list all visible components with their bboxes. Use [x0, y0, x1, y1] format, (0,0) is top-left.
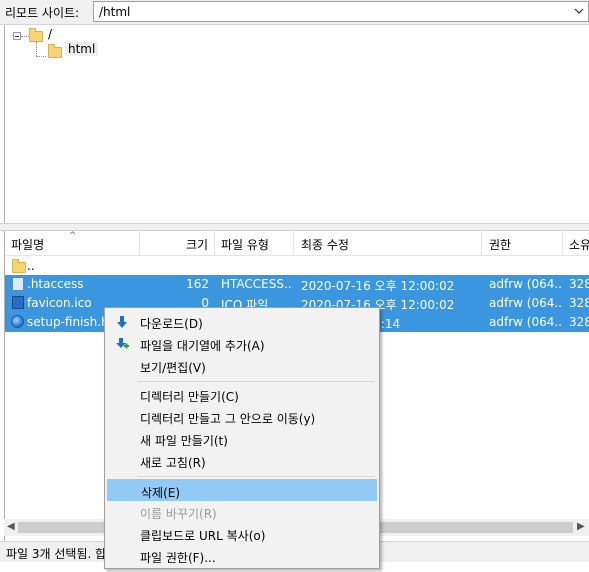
menu-item-file-permissions[interactable]: 파일 권한(F)...: [107, 545, 377, 567]
remote-site-label: 리모트 사이트:: [5, 6, 80, 20]
column-divider[interactable]: [293, 231, 294, 255]
tree-line: [36, 42, 37, 56]
menu-item-download[interactable]: 다운로드(D): [107, 311, 377, 333]
menu-separator: [137, 381, 375, 382]
menu-item-create-directory[interactable]: 디렉터리 만들기(C): [107, 384, 377, 406]
remote-path-value[interactable]: /html: [99, 5, 130, 19]
pane-splitter[interactable]: [0, 223, 589, 231]
menu-label: 새 파일 만들기(t): [140, 434, 228, 448]
column-header-owner[interactable]: 소유: [569, 236, 589, 253]
folder-icon: [12, 259, 26, 273]
column-divider[interactable]: [481, 231, 482, 255]
column-divider[interactable]: [214, 231, 215, 255]
web-page-icon: [11, 315, 24, 328]
menu-item-create-directory-and-enter[interactable]: 디렉터리 만들고 그 안으로 이동(y): [107, 406, 377, 428]
chevron-down-icon[interactable]: [574, 6, 584, 16]
list-row[interactable]: .htaccess 162 HTACCESS... 2020-07-16 오후 …: [5, 275, 589, 294]
add-to-queue-icon: [116, 338, 129, 349]
menu-item-copy-url[interactable]: 클립보드로 URL 복사(o): [107, 523, 377, 545]
menu-label: 디렉터리 만들기(C): [140, 390, 239, 404]
menu-label: 새로 고침(R): [140, 456, 206, 470]
file-icon: [12, 277, 24, 291]
sort-ascending-icon: ^: [69, 231, 77, 241]
folder-icon: [48, 44, 62, 58]
menu-label: 디렉터리 만들고 그 안으로 이동(y): [140, 412, 316, 426]
file-owner: 328: [569, 296, 589, 310]
column-header-modified[interactable]: 최종 수정: [301, 236, 349, 253]
file-permissions: adfrw (064...: [489, 277, 561, 291]
file-name: favicon.ico: [27, 296, 92, 310]
menu-separator: [137, 476, 375, 477]
remote-site-bar: 리모트 사이트: /html: [0, 0, 589, 25]
context-menu: 다운로드(D) 파일을 대기열에 추가(A) 보기/편집(V) 디렉터리 만들기…: [104, 307, 380, 569]
file-owner: 328: [569, 315, 589, 329]
menu-label: 다운로드(D): [140, 317, 203, 331]
tree-line: [36, 56, 46, 57]
menu-label: 삭제(E): [141, 486, 181, 500]
column-header-permissions[interactable]: 권한: [489, 236, 511, 253]
menu-label: 파일 권한(F)...: [140, 551, 216, 565]
file-type: HTACCESS...: [221, 277, 293, 291]
file-name: ..: [27, 259, 35, 273]
remote-directory-tree[interactable]: / html: [4, 25, 589, 223]
menu-item-rename: 이름 바꾸기(R): [107, 501, 377, 523]
file-permissions: adfrw (064...: [489, 315, 561, 329]
file-size: 162: [186, 277, 209, 291]
menu-item-refresh[interactable]: 새로 고침(R): [107, 450, 377, 472]
menu-label: 보기/편집(V): [140, 361, 206, 375]
menu-item-create-file[interactable]: 새 파일 만들기(t): [107, 428, 377, 450]
column-header-type[interactable]: 파일 유형: [221, 236, 269, 253]
file-permissions: adfrw (064...: [489, 296, 561, 310]
image-file-icon: [12, 296, 24, 309]
folder-icon: [29, 28, 43, 42]
list-header: ^ 파일명 크기 파일 유형 최종 수정 권한 소유: [5, 231, 589, 256]
scroll-left-icon[interactable]: ◀: [7, 521, 15, 532]
list-row-parent[interactable]: ..: [5, 257, 589, 276]
scroll-right-icon[interactable]: ▶: [577, 521, 585, 532]
column-divider[interactable]: [562, 231, 563, 255]
column-header-size[interactable]: 크기: [186, 236, 208, 253]
menu-item-delete[interactable]: 삭제(E): [107, 479, 377, 501]
tree-item-root[interactable]: /: [48, 27, 52, 41]
menu-item-add-to-queue[interactable]: 파일을 대기열에 추가(A): [107, 333, 377, 355]
tree-line: [21, 36, 29, 37]
menu-item-view-edit[interactable]: 보기/편집(V): [107, 355, 377, 377]
file-name: setup-finish.ht: [27, 315, 107, 329]
collapse-toggle-icon[interactable]: [13, 32, 21, 40]
file-owner: 328: [569, 277, 589, 291]
file-modified: 2020-07-16 오후 12:00:02: [301, 279, 455, 293]
menu-label: 이름 바꾸기(R): [140, 507, 217, 521]
menu-label: 클립보드로 URL 복사(o): [140, 529, 266, 543]
download-arrow-icon: [117, 316, 127, 328]
tree-item-html[interactable]: html: [65, 42, 99, 56]
file-name: .htaccess: [27, 277, 84, 291]
column-divider[interactable]: [139, 231, 140, 255]
selection-status: 파일 3개 선택됨. 합: [6, 547, 107, 561]
remote-path-combobox[interactable]: /html: [93, 1, 589, 22]
menu-label: 파일을 대기열에 추가(A): [140, 339, 265, 353]
column-header-name[interactable]: 파일명: [11, 236, 44, 253]
